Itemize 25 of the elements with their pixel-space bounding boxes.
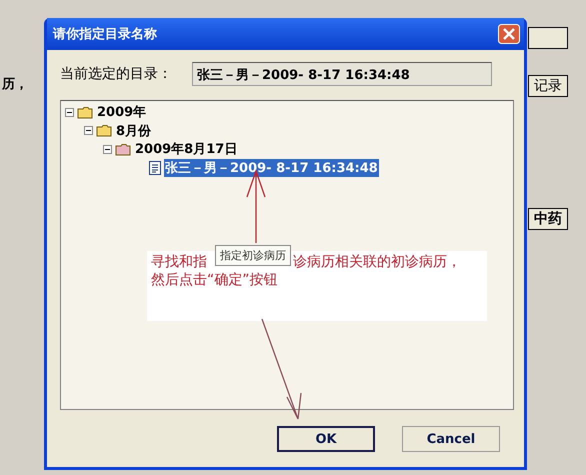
document-icon xyxy=(149,160,161,175)
cancel-button[interactable]: Cancel xyxy=(402,426,500,452)
tree-item[interactable]: 张三－男－2009- 8-17 16:34:48 xyxy=(164,158,379,177)
tooltip: 指定初诊病历 xyxy=(215,245,291,266)
collapse-icon[interactable] xyxy=(84,126,93,136)
folder-icon xyxy=(96,124,112,138)
folder-icon xyxy=(115,142,131,156)
collapse-icon[interactable] xyxy=(103,144,112,154)
collapse-icon[interactable] xyxy=(65,108,74,117)
background-button[interactable]: 记录 xyxy=(528,75,568,97)
tree-item[interactable]: 2009年8月17日 xyxy=(134,140,238,158)
annotation-text: 寻找和指 xyxy=(151,253,207,271)
field-label: 当前选定的目录： xyxy=(60,65,173,83)
tree-item[interactable]: 2009年 xyxy=(96,103,148,122)
folder-icon xyxy=(77,106,93,119)
annotation-text: 诊病历相关联的初诊病历， xyxy=(293,253,461,271)
tree-item[interactable]: 8月份 xyxy=(115,122,152,140)
directory-field[interactable]: 张三－男－2009- 8-17 16:34:48 xyxy=(192,62,492,86)
background-button[interactable]: 中药 xyxy=(528,208,568,230)
close-icon[interactable] xyxy=(498,24,520,44)
annotation-text: 然后点击“确定”按钮 xyxy=(151,271,279,289)
partial-button[interactable] xyxy=(528,27,568,49)
window-title: 请你指定目录名称 xyxy=(53,26,157,43)
background-text: 历， xyxy=(2,76,28,93)
ok-button[interactable]: OK xyxy=(277,426,375,452)
